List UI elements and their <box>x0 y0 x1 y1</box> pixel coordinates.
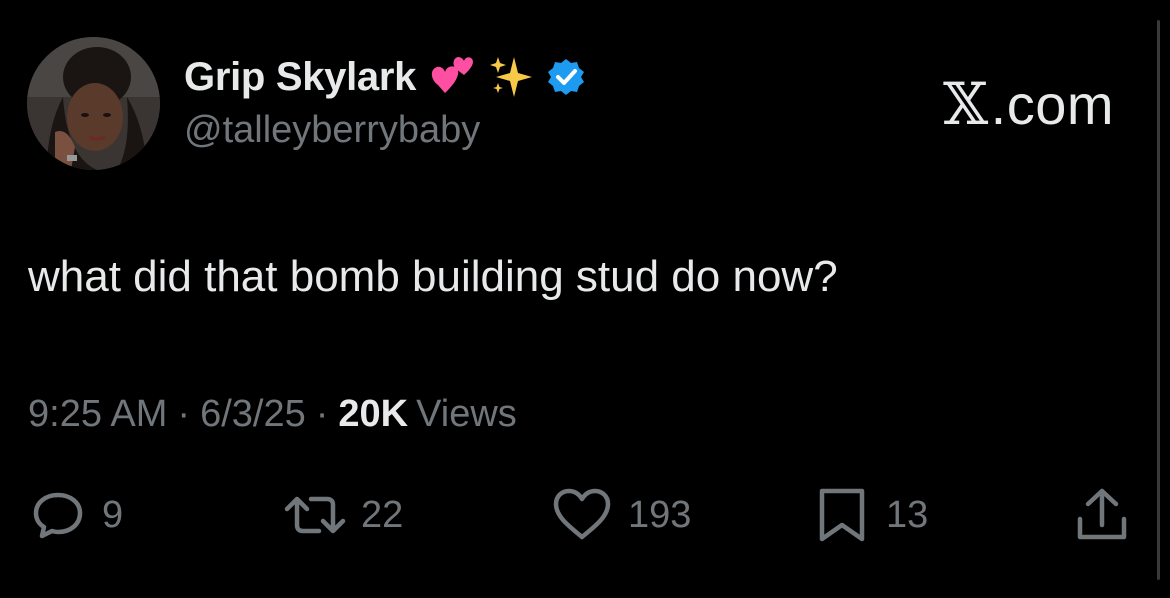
two-hearts-icon <box>428 55 476 99</box>
reply-button[interactable]: 9 <box>28 485 123 545</box>
author-display-name[interactable]: Grip Skylark <box>184 55 416 100</box>
repost-icon <box>284 496 346 534</box>
views-count: 20K <box>338 393 409 435</box>
like-count: 193 <box>628 493 692 536</box>
action-bar: 9 22 193 13 <box>0 485 1170 545</box>
reply-icon <box>33 492 83 539</box>
avatar[interactable] <box>27 37 160 170</box>
bookmark-button[interactable]: 13 <box>812 485 928 545</box>
tweet-card: Grip Skylark @talleyberrybaby 𝕏 .com wha <box>0 0 1170 598</box>
share-icon <box>1077 488 1127 540</box>
like-button[interactable]: 193 <box>550 485 691 545</box>
author-name-row: Grip Skylark <box>184 52 586 102</box>
avatar-image <box>27 37 160 170</box>
author-handle[interactable]: @talleyberrybaby <box>184 109 480 152</box>
x-logo-icon: 𝕏 <box>943 70 989 138</box>
tweet-text: what did that bomb building stud do now? <box>28 252 838 301</box>
bookmark-icon <box>819 488 865 542</box>
share-button[interactable] <box>1072 485 1132 545</box>
separator-dot: · <box>315 393 329 435</box>
repost-count: 22 <box>361 493 404 536</box>
repost-button[interactable]: 22 <box>283 485 403 545</box>
verified-badge-icon[interactable] <box>546 57 586 97</box>
sparkles-icon <box>488 53 536 101</box>
brand-text: .com <box>990 72 1114 136</box>
bookmark-count: 13 <box>886 493 929 536</box>
tweet-meta: 9:25 AM · 6/3/25 · 20K Views <box>28 393 517 436</box>
reply-count: 9 <box>102 493 124 536</box>
tweet-date[interactable]: 6/3/25 <box>200 393 306 436</box>
tweet-time[interactable]: 9:25 AM <box>28 393 167 436</box>
views-label: Views <box>416 393 517 435</box>
heart-icon <box>553 488 611 540</box>
brand-logo: 𝕏 .com <box>943 70 1114 138</box>
scrollbar[interactable] <box>1157 20 1160 580</box>
separator-dot: · <box>177 393 191 435</box>
